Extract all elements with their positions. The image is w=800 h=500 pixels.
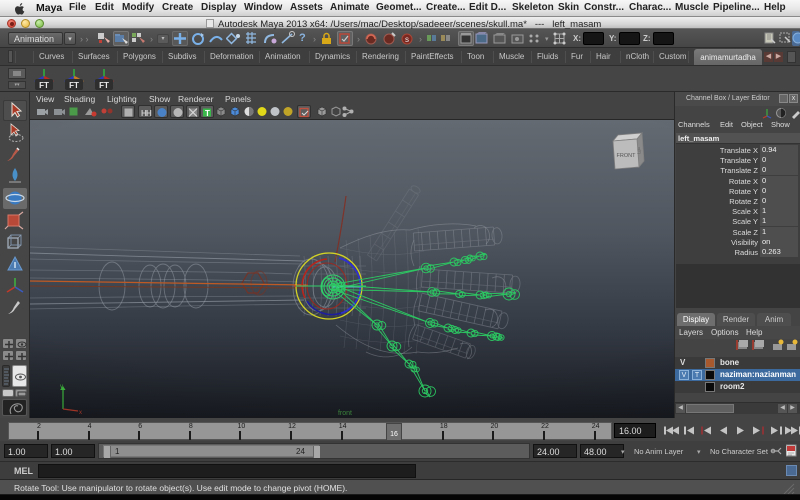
svg-text:front: front [338,410,352,417]
svg-text:y: y [60,384,63,390]
svg-text:x: x [79,410,82,416]
svg-text:s: s [405,35,409,44]
svg-text:H: H [146,109,152,118]
svg-text:FT: FT [99,81,109,90]
svg-text:FT: FT [69,81,79,90]
svg-text:FRONT: FRONT [617,153,637,159]
svg-text:T: T [205,109,210,118]
svg-text:FT: FT [39,81,49,90]
